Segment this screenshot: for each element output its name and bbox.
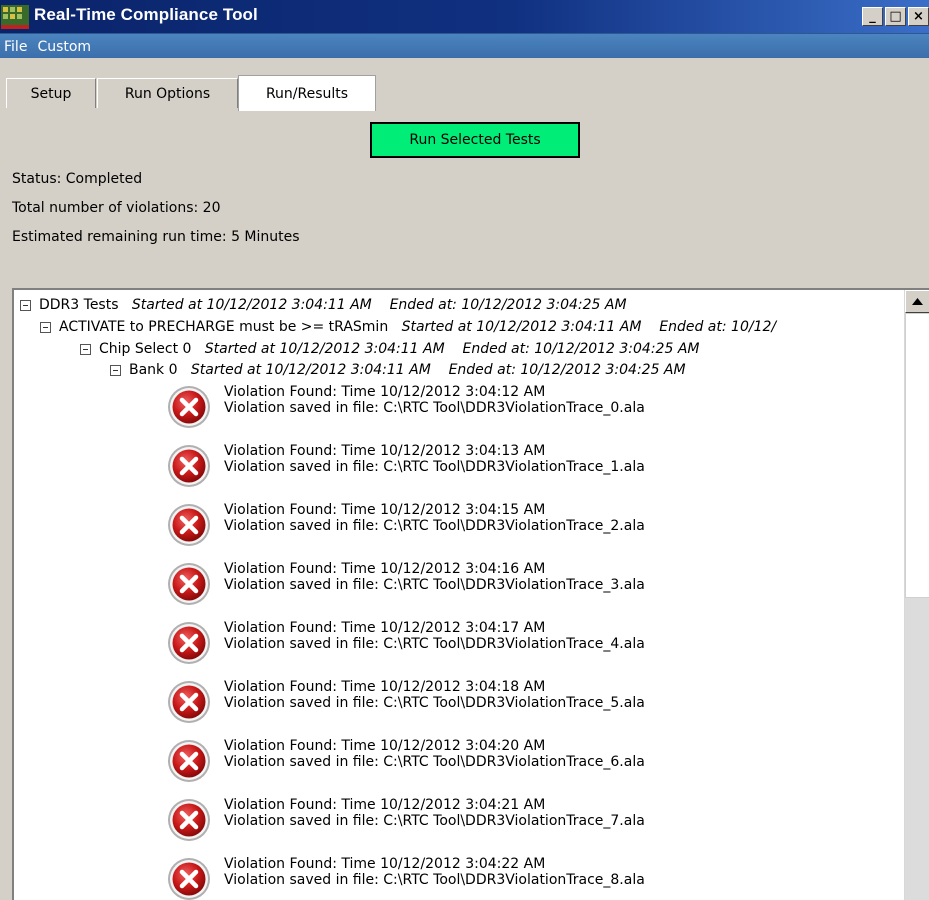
tree-node-timing: Started at 10/12/2012 3:04:11 AM Ended a… [131, 297, 627, 313]
violation-item[interactable]: Violation Found: Time 10/12/2012 3:04:15… [166, 502, 866, 556]
collapse-icon[interactable] [80, 343, 91, 355]
menu-bar: File Custom [0, 33, 929, 59]
violation-time: Violation Found: Time 10/12/2012 3:04:16… [224, 561, 546, 577]
violation-text: Violation Found: Time 10/12/2012 3:04:17… [224, 620, 645, 652]
violation-time: Violation Found: Time 10/12/2012 3:04:22… [224, 856, 546, 872]
results-tree[interactable]: DDR3 Tests Started at 10/12/2012 3:04:11… [12, 288, 929, 900]
tab-run-options[interactable]: Run Options [97, 78, 238, 108]
violation-text: Violation Found: Time 10/12/2012 3:04:20… [224, 738, 645, 770]
violation-item[interactable]: Violation Found: Time 10/12/2012 3:04:20… [166, 738, 866, 792]
violation-time: Violation Found: Time 10/12/2012 3:04:17… [224, 620, 546, 636]
violation-text: Violation Found: Time 10/12/2012 3:04:12… [224, 384, 645, 416]
violation-text: Violation Found: Time 10/12/2012 3:04:18… [224, 679, 645, 711]
error-icon [168, 445, 210, 487]
tree-node-chip-select[interactable]: Chip Select 0 Started at 10/12/2012 3:04… [80, 341, 699, 357]
vertical-scrollbar[interactable] [904, 290, 929, 900]
violation-time: Violation Found: Time 10/12/2012 3:04:21… [224, 797, 546, 813]
collapse-icon[interactable] [40, 321, 51, 333]
tree-node-timing: Started at 10/12/2012 3:04:11 AM Ended a… [401, 319, 777, 335]
violation-file: Violation saved in file: C:\RTC Tool\DDR… [224, 813, 645, 829]
error-icon [168, 740, 210, 782]
tree-node-label: Bank 0 [129, 362, 178, 378]
tab-setup[interactable]: Setup [6, 78, 96, 108]
tree-node-timing: Started at 10/12/2012 3:04:11 AM Ended a… [204, 341, 700, 357]
error-icon [168, 563, 210, 605]
scroll-up-button[interactable] [905, 290, 929, 313]
error-icon [168, 386, 210, 428]
error-icon [168, 681, 210, 723]
app-icon [1, 5, 29, 29]
violation-text: Violation Found: Time 10/12/2012 3:04:21… [224, 797, 645, 829]
tree-node-activate-rule[interactable]: ACTIVATE to PRECHARGE must be >= tRASmin… [40, 319, 776, 335]
violation-file: Violation saved in file: C:\RTC Tool\DDR… [224, 518, 645, 534]
error-icon [168, 799, 210, 841]
tree-node-timing: Started at 10/12/2012 3:04:11 AM Ended a… [190, 362, 686, 378]
violation-text: Violation Found: Time 10/12/2012 3:04:22… [224, 856, 645, 888]
window-title: Real-Time Compliance Tool [34, 5, 258, 24]
status-text: Status: Completed [12, 171, 143, 187]
violation-file: Violation saved in file: C:\RTC Tool\DDR… [224, 400, 645, 416]
tree-node-bank[interactable]: Bank 0 Started at 10/12/2012 3:04:11 AM … [110, 362, 686, 378]
error-icon [168, 858, 210, 900]
violation-item[interactable]: Violation Found: Time 10/12/2012 3:04:18… [166, 679, 866, 733]
tree-node-label: Chip Select 0 [99, 341, 192, 357]
violation-item[interactable]: Violation Found: Time 10/12/2012 3:04:21… [166, 797, 866, 851]
scroll-track[interactable] [905, 598, 929, 900]
window-controls: _ □ × [862, 7, 929, 26]
violation-time: Violation Found: Time 10/12/2012 3:04:15… [224, 502, 546, 518]
minimize-button[interactable]: _ [862, 7, 883, 26]
tab-run-results[interactable]: Run/Results [238, 75, 376, 111]
violation-file: Violation saved in file: C:\RTC Tool\DDR… [224, 872, 645, 888]
violation-time: Violation Found: Time 10/12/2012 3:04:12… [224, 384, 546, 400]
tree-node-ddr3-tests[interactable]: DDR3 Tests Started at 10/12/2012 3:04:11… [20, 297, 627, 313]
remaining-time-text: Estimated remaining run time: 5 Minutes [12, 229, 300, 245]
violation-time: Violation Found: Time 10/12/2012 3:04:20… [224, 738, 546, 754]
close-button[interactable]: × [908, 7, 929, 26]
menu-custom[interactable]: Custom [33, 39, 95, 55]
violation-text: Violation Found: Time 10/12/2012 3:04:13… [224, 443, 645, 475]
violation-item[interactable]: Violation Found: Time 10/12/2012 3:04:22… [166, 856, 866, 900]
scroll-thumb[interactable] [905, 313, 929, 598]
violation-item[interactable]: Violation Found: Time 10/12/2012 3:04:17… [166, 620, 866, 674]
error-icon [168, 622, 210, 664]
title-bar[interactable]: Real-Time Compliance Tool _ □ × [0, 0, 929, 33]
violation-item[interactable]: Violation Found: Time 10/12/2012 3:04:13… [166, 443, 866, 497]
violation-item[interactable]: Violation Found: Time 10/12/2012 3:04:12… [166, 384, 866, 438]
violation-text: Violation Found: Time 10/12/2012 3:04:16… [224, 561, 645, 593]
error-icon [168, 504, 210, 546]
violation-file: Violation saved in file: C:\RTC Tool\DDR… [224, 695, 645, 711]
collapse-icon[interactable] [20, 299, 31, 311]
run-selected-tests-button[interactable]: Run Selected Tests [370, 122, 580, 158]
violation-file: Violation saved in file: C:\RTC Tool\DDR… [224, 754, 645, 770]
violations-count-text: Total number of violations: 20 [12, 200, 221, 216]
tree-node-label: DDR3 Tests [39, 297, 119, 313]
violation-file: Violation saved in file: C:\RTC Tool\DDR… [224, 577, 645, 593]
menu-file[interactable]: File [0, 39, 31, 55]
violation-time: Violation Found: Time 10/12/2012 3:04:13… [224, 443, 546, 459]
violation-file: Violation saved in file: C:\RTC Tool\DDR… [224, 636, 645, 652]
tab-strip: Setup Run Options Run/Results [0, 58, 929, 118]
collapse-icon[interactable] [110, 364, 121, 376]
violation-item[interactable]: Violation Found: Time 10/12/2012 3:04:16… [166, 561, 866, 615]
arrow-up-icon [912, 298, 923, 305]
tree-node-label: ACTIVATE to PRECHARGE must be >= tRASmin [59, 319, 389, 335]
maximize-button[interactable]: □ [885, 7, 906, 26]
violation-text: Violation Found: Time 10/12/2012 3:04:15… [224, 502, 645, 534]
violation-file: Violation saved in file: C:\RTC Tool\DDR… [224, 459, 645, 475]
violation-time: Violation Found: Time 10/12/2012 3:04:18… [224, 679, 546, 695]
